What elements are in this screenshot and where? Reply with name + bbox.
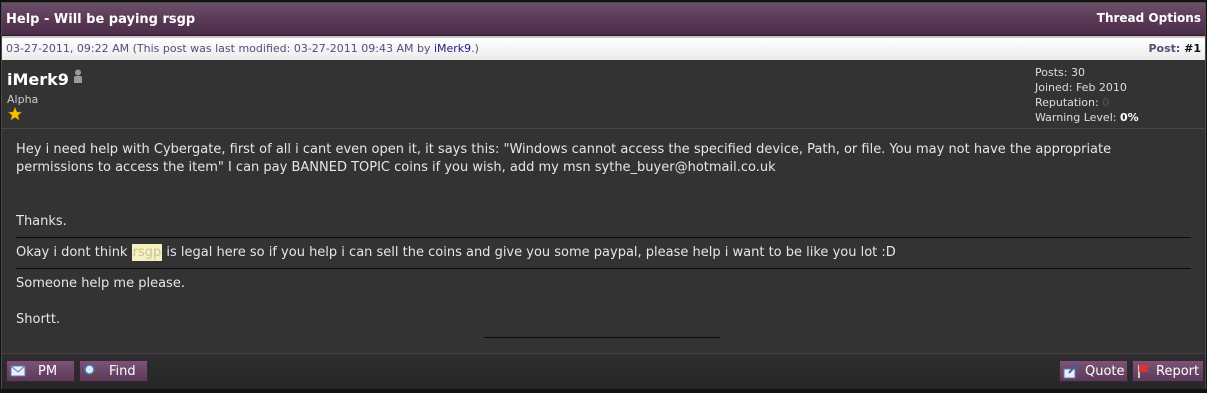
highlighted-word: rsgp [131, 244, 163, 261]
magnifier-icon [84, 364, 99, 379]
post-paragraph-2-start: Okay i dont think [16, 245, 132, 260]
thread-title-bar: Help - Will be paying rsgp Thread Option… [2, 3, 1205, 36]
post-paragraph-2-end: is legal here so if you help i can sell … [162, 245, 896, 260]
pm-button[interactable]: PM [6, 360, 75, 382]
modified-by-link[interactable]: iMerk9 [434, 42, 471, 55]
report-flag-icon [1138, 365, 1149, 378]
report-button[interactable]: Report [1132, 360, 1204, 382]
quote-button-label: Quote [1085, 363, 1125, 379]
offline-user-icon [74, 69, 82, 83]
pm-button-label: PM [38, 363, 58, 379]
signature-divider [484, 337, 720, 338]
thread-options-link[interactable]: Thread Options [1097, 11, 1201, 25]
post-body: Hey i need help with Cybergate, first of… [2, 129, 1205, 357]
warning-value[interactable]: 0% [1120, 111, 1139, 124]
reputation-value[interactable]: 0 [1102, 96, 1109, 109]
quote-pen-icon [1063, 363, 1078, 379]
author-info: iMerk9 Alpha Posts: 30 Joined: Feb 2010 … [2, 60, 1205, 129]
post-paragraph-3: Someone help me please. [16, 276, 185, 291]
find-button[interactable]: Find [79, 360, 148, 382]
thread-title: Help - Will be paying rsgp [6, 12, 196, 27]
author-title: Alpha [7, 93, 39, 106]
post-footer: PM Find Quote Report [2, 353, 1205, 389]
post-modified-text: (This post was last modified: 03-27-2011… [132, 42, 431, 55]
post-modified-suffix: .) [471, 42, 479, 55]
post-paragraph-1: Hey i need help with Cybergate, first of… [16, 142, 1112, 175]
author-warning: Warning Level: 0% [1035, 110, 1139, 125]
warning-label: Warning Level: [1035, 111, 1117, 124]
post-signoff: Shortt. [16, 312, 61, 327]
post-number-link[interactable]: #1 [1184, 42, 1201, 55]
author-stats: Posts: 30 Joined: Feb 2010 Reputation: 0… [1035, 65, 1139, 125]
post-thanks: Thanks. [16, 214, 67, 229]
divider [16, 237, 1191, 238]
post-meta: 03-27-2011, 09:22 AM (This post was last… [6, 42, 479, 55]
post-date: 03-27-2011, 09:22 AM [6, 42, 130, 55]
post-number-label: Post: [1148, 42, 1181, 55]
thread-container: Help - Will be paying rsgp Thread Option… [1, 2, 1206, 389]
find-button-label: Find [109, 363, 136, 379]
post-number: Post: #1 [1148, 42, 1201, 55]
post-paragraph-2: Okay i dont think rsgp is legal here so … [16, 244, 1191, 262]
reputation-label: Reputation: [1035, 96, 1099, 109]
author-joined: Joined: Feb 2010 [1035, 81, 1127, 94]
author-name-link[interactable]: iMerk9 [7, 70, 69, 89]
quote-button[interactable]: Quote [1059, 360, 1128, 382]
envelope-icon [10, 365, 26, 377]
author-posts: Posts: 30 [1035, 66, 1085, 79]
divider [16, 268, 1191, 269]
report-button-label: Report [1156, 363, 1200, 379]
post-info-bar: 03-27-2011, 09:22 AM (This post was last… [2, 36, 1205, 60]
author-reputation: Reputation: 0 [1035, 95, 1139, 110]
star-icon [8, 107, 22, 121]
